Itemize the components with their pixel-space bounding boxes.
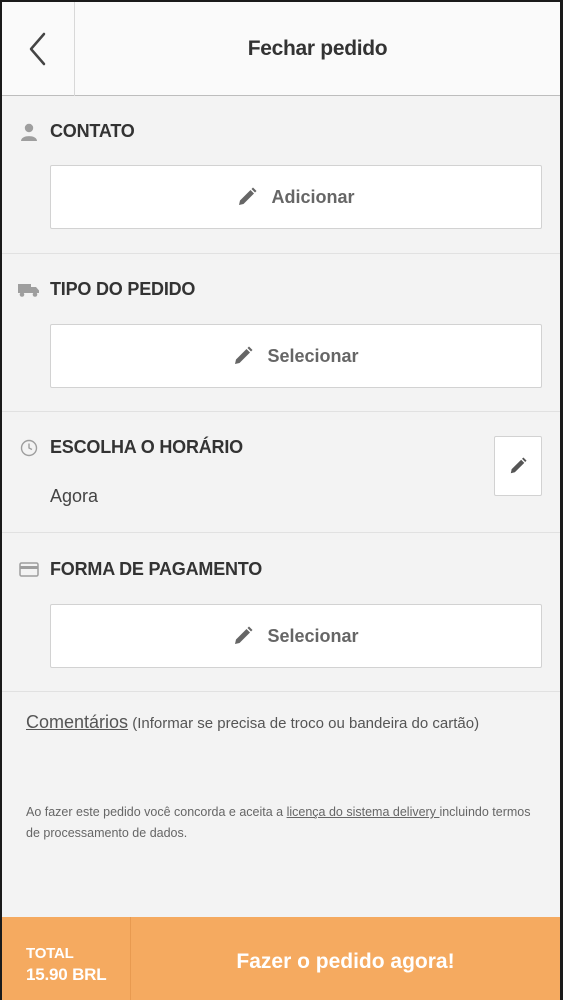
comments-link[interactable]: Comentários — [26, 712, 128, 732]
legal-notice: Ao fazer este pedido você concorda e ace… — [26, 802, 536, 844]
license-link[interactable]: licença do sistema delivery — [287, 805, 440, 819]
total-label: TOTAL — [26, 945, 74, 962]
back-button[interactable] — [2, 2, 75, 96]
time-heading: ESCOLHA O HORÁRIO — [18, 437, 243, 458]
page-title: Fechar pedido — [247, 37, 388, 60]
order-type-title: TIPO DO PEDIDO — [50, 279, 196, 299]
select-payment-button[interactable]: Selecionar — [50, 604, 542, 668]
pencil-icon — [233, 346, 253, 366]
app-frame: Fechar pedido CONTATO Adicionar TIPO DO … — [0, 0, 563, 1000]
user-icon — [18, 122, 40, 142]
order-type-section: TIPO DO PEDIDO Selecionar — [2, 254, 560, 412]
clock-icon — [18, 438, 40, 458]
payment-heading: FORMA DE PAGAMENTO — [18, 559, 262, 580]
time-value: Agora — [50, 486, 99, 506]
comments-hint: (Informar se precisa de troco ou bandeir… — [132, 715, 480, 732]
chevron-left-icon — [29, 32, 46, 66]
credit-card-icon — [18, 560, 40, 580]
contact-title: CONTATO — [50, 121, 135, 141]
select-order-type-button[interactable]: Selecionar — [50, 324, 542, 388]
pencil-icon — [237, 187, 257, 207]
header: Fechar pedido — [2, 2, 560, 96]
select-payment-label: Selecionar — [267, 625, 359, 646]
legal-text-before: Ao fazer este pedido você concorda e ace… — [26, 805, 287, 819]
comments-row: Comentários (Informar se precisa de troc… — [26, 712, 479, 733]
add-contact-label: Adicionar — [271, 186, 355, 207]
time-title: ESCOLHA O HORÁRIO — [50, 437, 243, 457]
pencil-icon — [233, 626, 253, 646]
add-contact-button[interactable]: Adicionar — [50, 165, 542, 229]
pencil-icon — [510, 457, 527, 474]
total-value: 15.90 BRL — [26, 965, 107, 984]
checkout-footer: TOTAL 15.90 BRL Fazer o pedido agora! — [2, 917, 560, 1000]
place-order-button[interactable]: Fazer o pedido agora! — [131, 917, 560, 1000]
order-type-heading: TIPO DO PEDIDO — [18, 279, 195, 300]
total-box: TOTAL 15.90 BRL — [2, 917, 131, 1000]
time-section: ESCOLHA O HORÁRIO Agora — [2, 412, 560, 533]
payment-title: FORMA DE PAGAMENTO — [50, 559, 263, 579]
edit-time-button[interactable] — [494, 436, 542, 496]
select-order-type-label: Selecionar — [267, 345, 359, 366]
payment-section: FORMA DE PAGAMENTO Selecionar — [2, 533, 560, 692]
contact-section: CONTATO Adicionar — [2, 97, 560, 254]
contact-heading: CONTATO — [18, 121, 135, 142]
truck-icon — [18, 280, 40, 300]
